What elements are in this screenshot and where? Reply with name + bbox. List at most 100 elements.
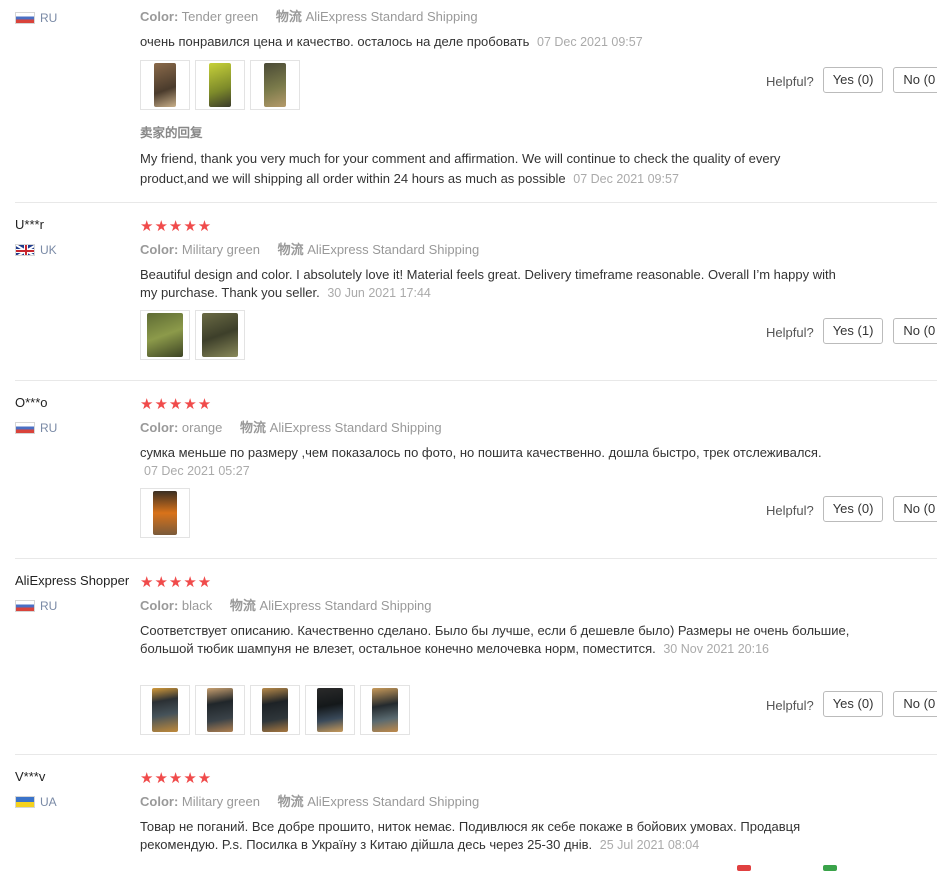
review-photo[interactable] <box>195 685 245 735</box>
shipping-label: 物流 <box>275 9 302 24</box>
reviewer-info: AliExpress Shopper RU <box>15 573 140 613</box>
helpful-label: Helpful? <box>766 698 814 713</box>
review-photos <box>140 310 245 360</box>
review-text: сумка меньше по размеру ,чем показалось … <box>140 444 860 480</box>
helpful-yes-button[interactable]: Yes (0) <box>822 67 884 93</box>
seller-reply-text: My friend, thank you very much for your … <box>140 149 800 189</box>
color-value: orange <box>181 420 223 435</box>
color-label: Color: <box>140 420 179 435</box>
reviewer-info: RU <box>15 0 140 25</box>
review-date: 07 Dec 2021 09:57 <box>537 35 643 49</box>
reviewer-info: U***r UK <box>15 217 140 257</box>
reviewer-country: RU <box>15 421 140 435</box>
review-photo[interactable] <box>140 685 190 735</box>
seller-reply-date: 07 Dec 2021 09:57 <box>573 172 679 186</box>
color-value: Military green <box>181 242 260 257</box>
shipping-value: AliExpress Standard Shipping <box>305 9 478 24</box>
review-divider <box>15 380 937 381</box>
review-body: очень понравился цена и качество. остало… <box>140 34 530 49</box>
review-meta: Color: Military green 物流 AliExpress Stan… <box>140 242 479 258</box>
helpful-yes-button[interactable]: Yes (0) <box>822 691 884 717</box>
helpful-label: Helpful? <box>766 325 814 340</box>
country-code: UK <box>40 243 57 257</box>
helpful-yes-button[interactable]: Yes (0) <box>822 496 884 522</box>
review-divider <box>15 754 937 755</box>
review-date: 30 Jun 2021 17:44 <box>327 286 431 300</box>
color-label: Color: <box>140 598 179 613</box>
country-code: RU <box>40 11 58 25</box>
star-rating: ★★★★★ <box>140 770 213 787</box>
shipping-value: AliExpress Standard Shipping <box>307 794 480 809</box>
helpful-controls: Helpful? Yes (0) No (0 <box>766 691 937 717</box>
review-photos <box>140 60 300 110</box>
color-label: Color: <box>140 9 179 24</box>
review-text: Соответствует описанию. Качественно сдел… <box>140 622 850 658</box>
offscreen-indicator <box>823 865 837 871</box>
review-photo[interactable] <box>250 685 300 735</box>
review-photo[interactable] <box>195 60 245 110</box>
helpful-no-button[interactable]: No (0 <box>893 691 937 717</box>
review-body: Товар не поганий. Все добре прошито, нит… <box>140 819 801 852</box>
review-photo[interactable] <box>140 310 190 360</box>
review-divider <box>15 558 937 559</box>
seller-reply-body: My friend, thank you very much for your … <box>140 151 781 186</box>
country-code: UA <box>40 795 57 809</box>
helpful-yes-button[interactable]: Yes (1) <box>822 318 884 344</box>
helpful-label: Helpful? <box>766 503 814 518</box>
reviewer-name: U***r <box>15 217 44 232</box>
review-photos <box>140 685 410 735</box>
helpful-controls: Helpful? Yes (0) No (0 <box>766 496 937 522</box>
shipping-label: 物流 <box>277 794 304 809</box>
reviewer-info: V***v UA <box>15 769 140 809</box>
reviewer-name: O***o <box>15 395 48 410</box>
review-photo[interactable] <box>250 60 300 110</box>
reviewer-country: UA <box>15 795 140 809</box>
review-divider <box>15 202 937 203</box>
uk-flag-icon <box>15 244 35 256</box>
review-text: Товар не поганий. Все добре прошито, нит… <box>140 818 850 854</box>
review-photos <box>140 488 190 538</box>
offscreen-indicator <box>737 865 751 871</box>
color-value: black <box>181 598 213 613</box>
star-rating: ★★★★★ <box>140 574 213 591</box>
helpful-no-button[interactable]: No (0 <box>893 496 937 522</box>
seller-reply-title: 卖家的回复 <box>140 126 203 140</box>
review-meta: Color: Tender green 物流 AliExpress Standa… <box>140 9 478 25</box>
helpful-no-button[interactable]: No (0 <box>893 67 937 93</box>
reviewer-info: O***o RU <box>15 395 140 435</box>
reviewer-name: AliExpress Shopper <box>15 573 130 588</box>
review-photo[interactable] <box>305 685 355 735</box>
shipping-value: AliExpress Standard Shipping <box>259 598 432 613</box>
star-rating: ★★★★★ <box>140 218 213 235</box>
review-photo[interactable] <box>360 685 410 735</box>
reviewer-country: UK <box>15 243 140 257</box>
color-label: Color: <box>140 242 179 257</box>
reviewer-country: RU <box>15 11 140 25</box>
russia-flag-icon <box>15 600 35 612</box>
reviewer-name: V***v <box>15 769 46 784</box>
review-text: Beautiful design and color. I absolutely… <box>140 266 850 302</box>
review-text: очень понравился цена и качество. остало… <box>140 33 860 51</box>
ukraine-flag-icon <box>15 796 35 808</box>
review-photo[interactable] <box>140 488 190 538</box>
star-rating: ★★★★★ <box>140 396 213 413</box>
review-meta: Color: Military green 物流 AliExpress Stan… <box>140 794 479 810</box>
color-label: Color: <box>140 794 179 809</box>
review-photo[interactable] <box>195 310 245 360</box>
helpful-label: Helpful? <box>766 74 814 89</box>
country-code: RU <box>40 599 58 613</box>
review-date: 07 Dec 2021 05:27 <box>144 464 250 478</box>
review-meta: Color: black 物流 AliExpress Standard Ship… <box>140 598 432 614</box>
review-body: Beautiful design and color. I absolutely… <box>140 267 836 300</box>
shipping-label: 物流 <box>277 242 304 257</box>
review-photo[interactable] <box>140 60 190 110</box>
review-body: сумка меньше по размеру ,чем показалось … <box>140 445 822 460</box>
color-value: Military green <box>181 794 260 809</box>
helpful-controls: Helpful? Yes (1) No (0 <box>766 318 937 344</box>
helpful-no-button[interactable]: No (0 <box>893 318 937 344</box>
shipping-value: AliExpress Standard Shipping <box>307 242 480 257</box>
country-code: RU <box>40 421 58 435</box>
reviewer-country: RU <box>15 599 140 613</box>
russia-flag-icon <box>15 12 35 24</box>
russia-flag-icon <box>15 422 35 434</box>
